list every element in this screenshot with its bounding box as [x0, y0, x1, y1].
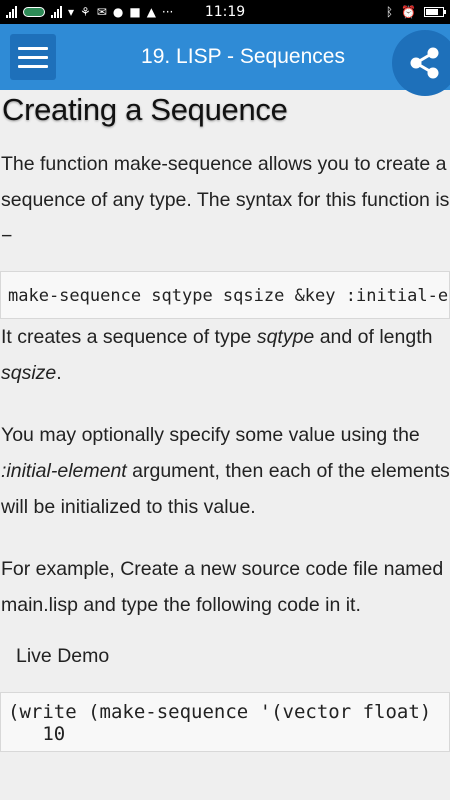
paragraph-emphasis: :initial-element — [1, 460, 127, 482]
share-icon — [410, 47, 439, 79]
battery-level-fill — [426, 9, 438, 15]
facebook-icon: ■ — [129, 5, 141, 19]
code-line: (write (make-sequence '(vector float) — [8, 701, 432, 723]
status-left-icons: ▾ ⚘ ✉ ● ■ ▲ ··· — [6, 6, 173, 18]
code-block-example: (write (make-sequence '(vector float) 10 — [0, 692, 450, 752]
nfc-icon: ⚘ — [80, 5, 91, 19]
bluetooth-icon: ᛒ — [385, 5, 394, 19]
battery-icon — [424, 7, 446, 17]
article-content: Creating a Sequence The function make-se… — [0, 90, 450, 800]
live-demo-label: Live Demo — [16, 645, 110, 667]
cat-icon: ▲ — [146, 5, 156, 19]
carrier-logo-icon — [23, 7, 45, 17]
paragraph-text: It creates a sequence of type — [1, 326, 257, 348]
paragraph-intro: The function make-sequence allows you to… — [1, 153, 450, 247]
hamburger-icon-bar — [18, 64, 48, 68]
paragraph-emphasis: sqtype — [256, 326, 315, 348]
paragraph-text: You may optionally specify some value us… — [1, 424, 420, 446]
hamburger-icon-bar — [18, 46, 48, 50]
paragraph-initial-element: You may optionally specify some value us… — [0, 417, 450, 525]
alarm-icon: ⏰ — [401, 5, 416, 19]
signal-icon — [51, 6, 62, 18]
paragraph-text: and of length — [314, 326, 433, 348]
share-button[interactable] — [392, 30, 450, 96]
paragraph-emphasis: sqsize — [1, 362, 57, 384]
wifi-icon: ▾ — [68, 5, 75, 19]
code-block-syntax: make-sequence sqtype sqsize &key :initia… — [0, 271, 450, 319]
status-bar: ▾ ⚘ ✉ ● ■ ▲ ··· 11:19 ᛒ ⏰ — [0, 0, 450, 24]
paragraph-text: . — [56, 362, 62, 384]
live-demo-link[interactable]: Live Demo — [0, 645, 450, 668]
signal-icon — [6, 6, 17, 18]
paragraph-sequence-type: It creates a sequence of type sqtype and… — [0, 319, 450, 391]
gmail-icon: ✉ — [96, 5, 107, 19]
hamburger-icon-bar — [18, 55, 48, 59]
messenger-icon: ● — [112, 5, 124, 19]
page-title: 19. LISP - Sequences — [141, 45, 345, 68]
section-heading: Creating a Sequence — [2, 92, 288, 127]
paragraph-example: For example, Create a new source code fi… — [1, 558, 444, 616]
code-line: 10 — [8, 723, 66, 745]
status-right-icons: ᛒ ⏰ — [385, 5, 446, 19]
app-bar: 19. LISP - Sequences — [0, 24, 450, 96]
menu-button[interactable] — [10, 34, 56, 80]
more-icon: ··· — [161, 5, 174, 19]
